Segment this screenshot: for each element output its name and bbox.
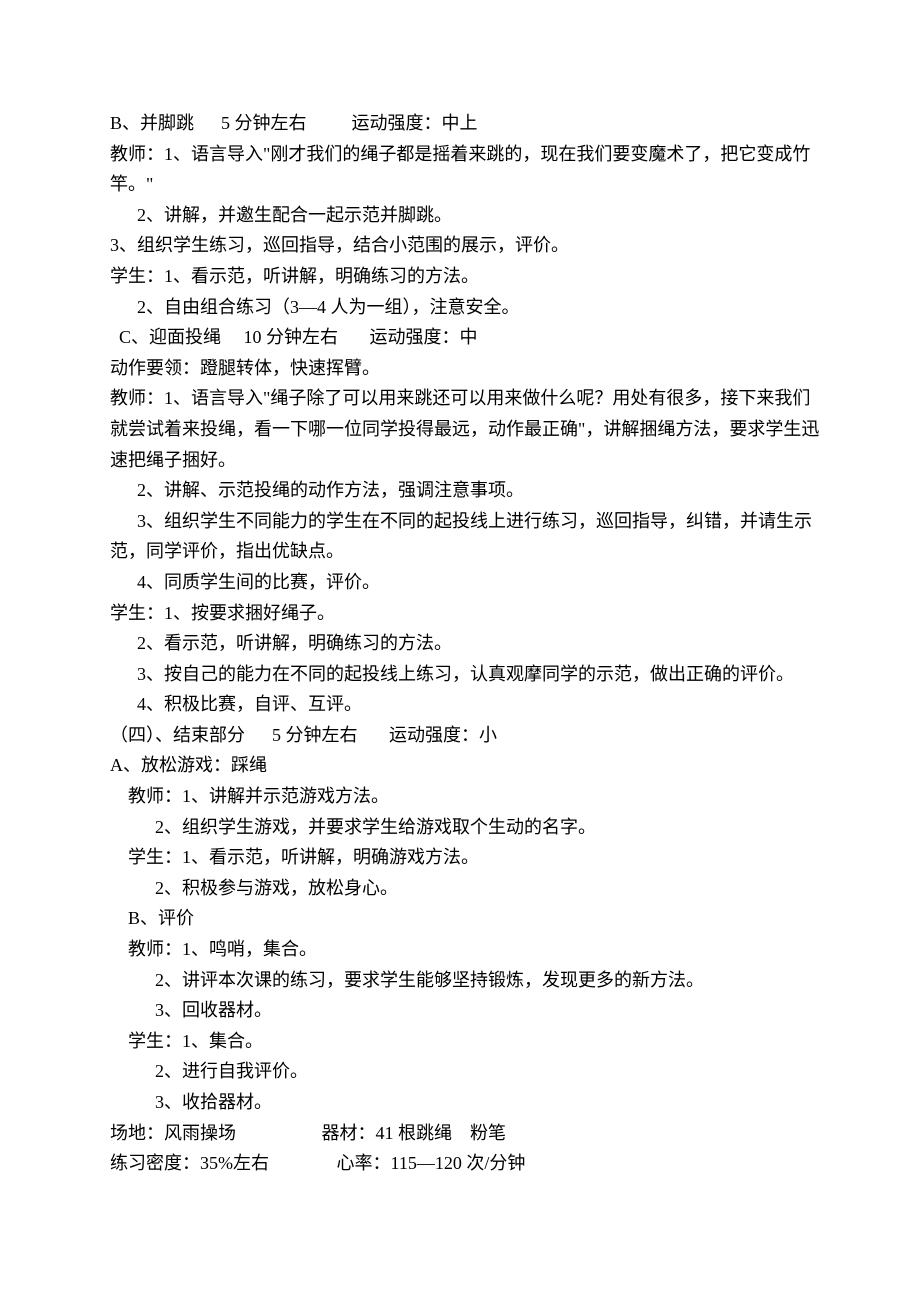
text-line: 3、收拾器材。 [110,1087,820,1118]
text-line: C、迎面投绳 10 分钟左右 运动强度：中 [110,322,820,353]
text-line: 学生：1、集合。 [110,1026,820,1057]
text-line: 2、讲解、示范投绳的动作方法，强调注意事项。 [110,475,820,506]
text-line: 教师：1、鸣哨，集合。 [110,934,820,965]
text-line: 3、回收器材。 [110,995,820,1026]
text-line: 2、看示范，听讲解，明确练习的方法。 [110,628,820,659]
text-line: B、并脚跳 5 分钟左右 运动强度：中上 [110,108,820,139]
text-line: 学生：1、按要求捆好绳子。 [110,598,820,629]
text-line: 教师：1、讲解并示范游戏方法。 [110,781,820,812]
text-line: 学生：1、看示范，听讲解，明确练习的方法。 [110,261,820,292]
text-line: 场地：风雨操场 器材：41 根跳绳 粉笔 [110,1118,820,1149]
text-line: 2、进行自我评价。 [110,1056,820,1087]
text-line: 2、讲解，并邀生配合一起示范并脚跳。 [110,200,820,231]
text-line: 2、组织学生游戏，并要求学生给游戏取个生动的名字。 [110,812,820,843]
document-page: B、并脚跳 5 分钟左右 运动强度：中上 教师：1、语言导入"刚才我们的绳子都是… [0,0,920,1239]
text-line: 教师：1、语言导入"刚才我们的绳子都是摇着来跳的，现在我们要变魔术了，把它变成竹… [110,139,820,200]
text-line: 动作要领：蹬腿转体，快速挥臂。 [110,353,820,384]
text-line: 2、自由组合练习（3—4 人为一组），注意安全。 [110,292,820,323]
text-line: 4、积极比赛，自评、互评。 [110,689,820,720]
text-line: 学生：1、看示范，听讲解，明确游戏方法。 [110,842,820,873]
text-line: 2、讲评本次课的练习，要求学生能够坚持锻炼，发现更多的新方法。 [110,965,820,996]
text-line: 4、同质学生间的比赛，评价。 [110,567,820,598]
text-line: 教师：1、语言导入"绳子除了可以用来跳还可以用来做什么呢？用处有很多，接下来我们… [110,383,820,475]
text-line: 3、按自己的能力在不同的起投线上练习，认真观摩同学的示范，做出正确的评价。 [110,659,820,690]
text-line: （四）、结束部分 5 分钟左右 运动强度：小 [110,720,820,751]
text-line: 2、积极参与游戏，放松身心。 [110,873,820,904]
text-line: A、放松游戏：踩绳 [110,750,820,781]
text-line: 3、组织学生练习，巡回指导，结合小范围的展示，评价。 [110,230,820,261]
text-line: B、评价 [110,903,820,934]
text-line: 练习密度：35%左右 心率：115—120 次/分钟 [110,1148,820,1179]
text-line: 3、组织学生不同能力的学生在不同的起投线上进行练习，巡回指导，纠错，并请生示范，… [110,506,820,567]
